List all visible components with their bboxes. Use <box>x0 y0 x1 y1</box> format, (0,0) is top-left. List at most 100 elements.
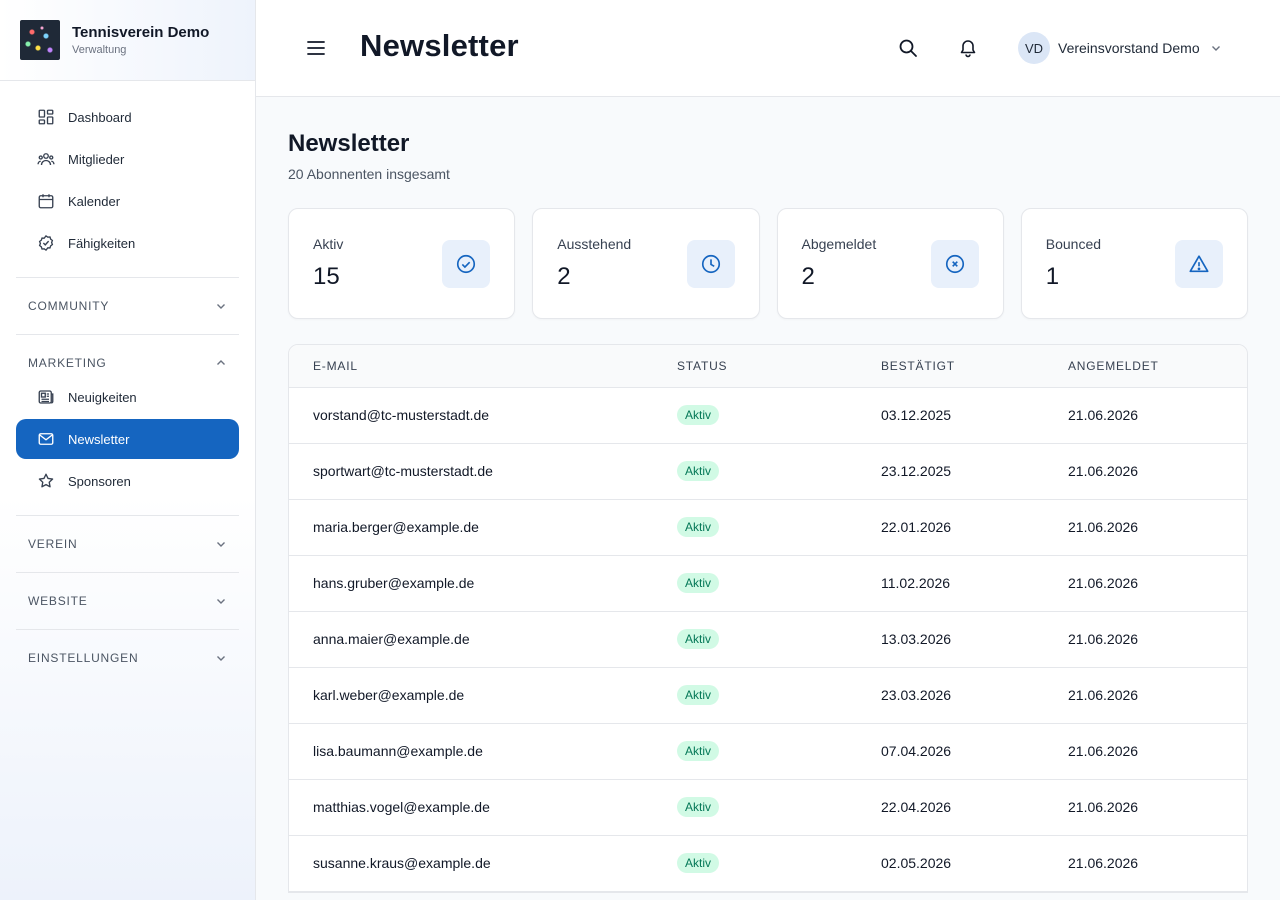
sidebar-item-sponsoren[interactable]: Sponsoren <box>16 461 239 501</box>
cell-confirmed: 22.04.2026 <box>857 779 1044 836</box>
cell-confirmed: 13.03.2026 <box>857 611 1044 668</box>
nav-divider <box>16 572 239 573</box>
stat-card-ausstehend: Ausstehend 2 <box>532 208 760 319</box>
stat-value: 2 <box>801 263 815 290</box>
cell-email: susanne.kraus@example.de <box>289 835 653 892</box>
section-label: WEBSITE <box>28 594 88 608</box>
table-row[interactable]: susanne.kraus@example.de Aktiv 02.05.202… <box>289 835 1247 892</box>
section-label: COMMUNITY <box>28 299 110 313</box>
section-marketing[interactable]: MARKETING <box>16 349 239 377</box>
subscriber-count: 20 Abonnenten insgesamt <box>288 166 450 182</box>
cell-confirmed: 23.12.2025 <box>857 443 1044 500</box>
section-website[interactable]: WEBSITE <box>16 587 239 615</box>
sidebar-item-newsletter[interactable]: Newsletter <box>16 419 239 459</box>
nav-divider <box>16 334 239 335</box>
nav-divider <box>16 277 239 278</box>
stats-row: Aktiv 15 Ausstehend 2 Abgemeldet 2 Bounc… <box>288 208 1248 319</box>
sidebar-item-label: Kalender <box>68 193 121 209</box>
cell-registered: 21.06.2026 <box>1044 611 1247 668</box>
cell-status: Aktiv <box>653 387 857 444</box>
cell-email: sportwart@tc-musterstadt.de <box>289 443 653 500</box>
column-header-status[interactable]: STATUS <box>653 345 857 388</box>
cell-email: anna.maier@example.de <box>289 611 653 668</box>
table-row[interactable]: maria.berger@example.de Aktiv 22.01.2026… <box>289 499 1247 556</box>
cell-status: Aktiv <box>653 499 857 556</box>
cell-confirmed: 22.01.2026 <box>857 499 1044 556</box>
status-badge: Aktiv <box>677 405 720 425</box>
cell-status: Aktiv <box>653 443 857 500</box>
sidebar-item-label: Newsletter <box>68 431 130 447</box>
section-label: MARKETING <box>28 356 107 370</box>
brand[interactable]: Tennisverein Demo Verwaltung <box>0 0 255 81</box>
club-logo <box>20 20 60 60</box>
chevron-down-icon <box>217 304 225 309</box>
cell-registered: 21.06.2026 <box>1044 499 1247 556</box>
stat-value: 2 <box>557 263 571 290</box>
column-header-email[interactable]: E-MAIL <box>289 345 653 388</box>
table-row[interactable]: matthias.vogel@example.de Aktiv 22.04.20… <box>289 779 1247 836</box>
section-label: EINSTELLUNGEN <box>28 651 139 665</box>
main-content: Newsletter 20 Abonnenten insgesamt Aktiv… <box>288 97 1248 893</box>
sidebar-item-dashboard[interactable]: Dashboard <box>16 97 239 137</box>
mail-icon <box>36 429 56 449</box>
table-row[interactable]: hans.gruber@example.de Aktiv 11.02.2026 … <box>289 555 1247 612</box>
stat-label: Bounced <box>1045 236 1102 252</box>
nav-divider <box>16 515 239 516</box>
cell-status: Aktiv <box>653 835 857 892</box>
status-badge: Aktiv <box>677 461 720 481</box>
stat-value: 15 <box>313 263 340 290</box>
sidebar: Tennisverein Demo Verwaltung Dashboard M… <box>0 0 256 900</box>
table-row[interactable]: lisa.baumann@example.de Aktiv 07.04.2026… <box>289 723 1247 780</box>
subscriber-table: E-MAIL STATUS BESTÄTIGT ANGEMELDET vorst… <box>288 344 1248 893</box>
cell-confirmed: 02.05.2026 <box>857 835 1044 892</box>
check-badge-icon <box>36 233 56 253</box>
section-einstellungen[interactable]: EINSTELLUNGEN <box>16 644 239 672</box>
table-row[interactable]: anna.maier@example.de Aktiv 13.03.2026 2… <box>289 611 1247 668</box>
menu-icon[interactable] <box>306 38 326 58</box>
warning-icon <box>1175 240 1223 288</box>
bell-icon[interactable] <box>958 38 978 58</box>
chevron-down-icon <box>217 599 225 604</box>
sidebar-item-faehigkeiten[interactable]: Fähigkeiten <box>16 223 239 263</box>
cell-registered: 21.06.2026 <box>1044 723 1247 780</box>
sidebar-item-label: Fähigkeiten <box>68 235 136 251</box>
cell-registered: 21.06.2026 <box>1044 779 1247 836</box>
sidebar-item-mitglieder[interactable]: Mitglieder <box>16 139 239 179</box>
cell-registered: 21.06.2026 <box>1044 443 1247 500</box>
cell-confirmed: 11.02.2026 <box>857 555 1044 612</box>
star-icon <box>36 471 56 491</box>
status-badge: Aktiv <box>677 573 720 593</box>
stat-label: Ausstehend <box>557 236 632 252</box>
sidebar-item-neuigkeiten[interactable]: Neuigkeiten <box>16 377 239 417</box>
cell-registered: 21.06.2026 <box>1044 667 1247 724</box>
cell-email: maria.berger@example.de <box>289 499 653 556</box>
section-verein[interactable]: VEREIN <box>16 530 239 558</box>
table-row[interactable]: karl.weber@example.de Aktiv 23.03.2026 2… <box>289 667 1247 724</box>
x-circle-icon <box>930 240 979 288</box>
table-row[interactable]: vorstand@tc-musterstadt.de Aktiv 03.12.2… <box>289 387 1247 444</box>
column-header-registered[interactable]: ANGEMELDET <box>1044 345 1247 388</box>
status-badge: Aktiv <box>677 629 720 649</box>
sidebar-item-label: Mitglieder <box>68 151 125 167</box>
table-header-row: E-MAIL STATUS BESTÄTIGT ANGEMELDET <box>289 345 1247 388</box>
stat-label: Abgemeldet <box>801 236 877 252</box>
clock-icon <box>686 240 735 288</box>
newspaper-icon <box>36 387 56 407</box>
main-nav: Dashboard Mitglieder Kalender Fähigkeite… <box>0 81 255 672</box>
chevron-down-icon <box>1211 46 1220 51</box>
sidebar-item-label: Dashboard <box>68 109 132 125</box>
user-menu[interactable]: VD Vereinsvorstand Demo <box>1018 32 1222 64</box>
cell-confirmed: 23.03.2026 <box>857 667 1044 724</box>
chevron-down-icon <box>217 656 225 661</box>
cell-status: Aktiv <box>653 667 857 724</box>
sidebar-item-kalender[interactable]: Kalender <box>16 181 239 221</box>
status-badge: Aktiv <box>677 517 720 537</box>
column-header-confirmed[interactable]: BESTÄTIGT <box>857 345 1044 388</box>
section-community[interactable]: COMMUNITY <box>16 292 239 320</box>
check-circle-icon <box>442 240 491 288</box>
nav-divider <box>16 629 239 630</box>
status-badge: Aktiv <box>677 853 720 873</box>
table-row[interactable]: sportwart@tc-musterstadt.de Aktiv 23.12.… <box>289 443 1247 500</box>
search-icon[interactable] <box>898 38 918 58</box>
sidebar-item-label: Sponsoren <box>68 473 131 489</box>
